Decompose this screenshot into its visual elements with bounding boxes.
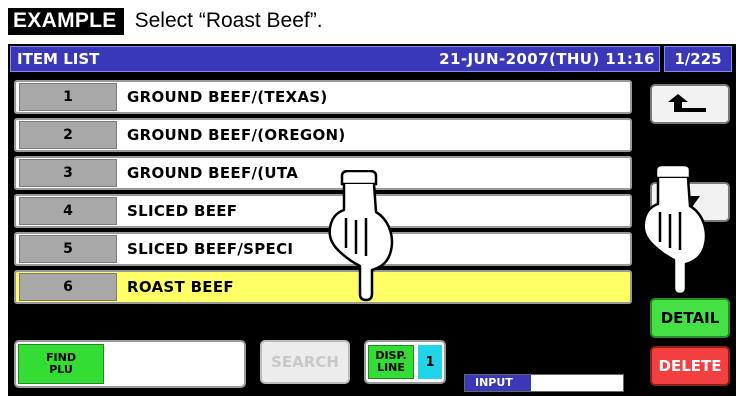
pointing-hand-icon <box>642 164 708 296</box>
item-row-3[interactable]: 3 GROUND BEEF/(UTA <box>14 156 632 190</box>
item-number: 5 <box>19 235 117 263</box>
pointing-hand-icon <box>328 170 394 302</box>
find-plu-field[interactable]: FIND PLU <box>14 340 246 388</box>
page-up-button[interactable] <box>650 84 730 124</box>
item-name: SLICED BEEF/SPECI <box>127 240 294 258</box>
item-name: GROUND BEEF/(TEXAS) <box>127 88 328 106</box>
disp-line-label-line2: LINE <box>377 361 405 374</box>
item-row-2[interactable]: 2 GROUND BEEF/(OREGON) <box>14 118 632 152</box>
example-tag: EXAMPLE <box>8 7 124 35</box>
item-number: 3 <box>19 159 117 187</box>
delete-button[interactable]: DELETE <box>650 346 730 386</box>
item-row-5[interactable]: 5 SLICED BEEF/SPECI <box>14 232 632 266</box>
arrow-up-left-icon <box>668 94 706 112</box>
item-row-6[interactable]: 6 ROAST BEEF <box>14 270 632 304</box>
item-number: 1 <box>19 83 117 111</box>
datetime-display: 21-JUN-2007(THU) 11:16 <box>439 50 655 68</box>
example-instruction: Select “Roast Beef”. <box>134 9 323 32</box>
item-name: GROUND BEEF/(UTA <box>127 164 299 182</box>
input-label: INPUT <box>465 375 531 391</box>
disp-line-value: 1 <box>418 345 442 379</box>
detail-button[interactable]: DETAIL <box>650 298 730 338</box>
disp-line-control[interactable]: DISP. LINE 1 <box>364 340 446 384</box>
item-name: GROUND BEEF/(OREGON) <box>127 126 346 144</box>
screen-title: ITEM LIST <box>17 50 100 68</box>
scale-screen: ITEM LIST 21-JUN-2007(THU) 11:16 1/225 1… <box>8 44 736 396</box>
item-name: ROAST BEEF <box>127 278 234 296</box>
search-button[interactable]: SEARCH <box>260 340 350 384</box>
title-bar: ITEM LIST 21-JUN-2007(THU) 11:16 <box>10 46 660 72</box>
item-row-1[interactable]: 1 GROUND BEEF/(TEXAS) <box>14 80 632 114</box>
item-number: 4 <box>19 197 117 225</box>
find-plu-button[interactable]: FIND PLU <box>18 344 104 384</box>
item-name: SLICED BEEF <box>127 202 238 220</box>
item-number: 2 <box>19 121 117 149</box>
disp-line-button[interactable]: DISP. LINE <box>368 345 414 379</box>
example-caption: EXAMPLE Select “Roast Beef”. <box>8 6 323 36</box>
input-status-bar: INPUT <box>464 374 624 392</box>
find-plu-label-line2: PLU <box>49 363 73 376</box>
page-indicator: 1/225 <box>664 46 732 72</box>
item-number: 6 <box>19 273 117 301</box>
item-row-4[interactable]: 4 SLICED BEEF <box>14 194 632 228</box>
